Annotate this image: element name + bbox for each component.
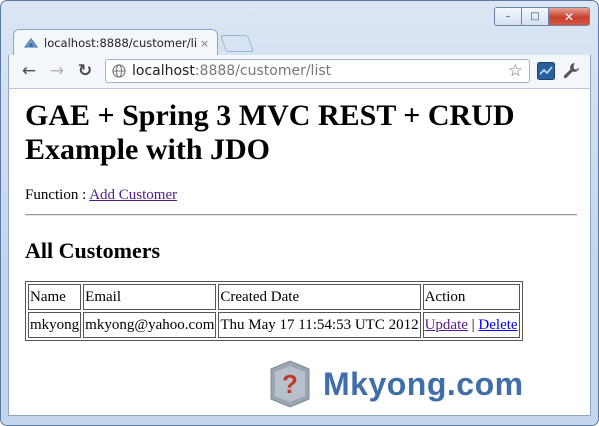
page-content: GAE + Spring 3 MVC REST + CRUD Example w… [25,89,577,341]
wrench-icon[interactable] [561,61,581,81]
back-button[interactable]: ← [19,61,39,81]
new-tab-button[interactable] [219,35,255,52]
column-header-created-date: Created Date [218,284,421,310]
browser-tab[interactable]: localhost:8888/customer/lis × [13,29,218,56]
cell-action: Update | Delete [422,312,520,338]
action-separator: | [467,316,479,333]
page-favicon-icon [24,38,38,48]
delete-link[interactable]: Delete [478,317,517,333]
column-header-action: Action [422,284,520,310]
tab-close-icon[interactable]: × [200,37,209,50]
table-row: mkyong mkyong@yahoo.com Thu May 17 11:54… [28,312,520,338]
cell-created-date: Thu May 17 11:54:53 UTC 2012 [218,312,421,338]
mkyong-logo-icon: ? [270,360,310,408]
bookmark-star-icon[interactable]: ☆ [508,61,523,81]
cell-name: mkyong [28,312,82,338]
watermark-text: Mkyong.com [323,365,524,402]
divider [25,214,577,216]
customers-table: Name Email Created Date Action mkyong mk… [25,281,523,341]
update-link[interactable]: Update [425,317,468,333]
tab-title: localhost:8888/customer/lis [44,36,196,50]
add-customer-link[interactable]: Add Customer [89,187,177,203]
window-controls: – □ ✕ [494,7,590,26]
page-title: GAE + Spring 3 MVC REST + CRUD Example w… [25,99,515,166]
section-title: All Customers [25,238,161,263]
browser-window: – □ ✕ localhost:8888/customer/lis × ← → … [0,0,599,426]
column-header-name: Name [28,284,82,310]
minimize-button[interactable]: – [494,7,521,26]
table-header-row: Name Email Created Date Action [28,284,520,310]
function-label: Function : [25,187,90,203]
extension-chart-icon[interactable] [537,62,555,80]
browser-toolbar: ← → ↻ localhost:8888/customer/list ☆ [8,55,591,88]
address-url: localhost:8888/customer/list [132,63,332,79]
function-line: Function : Add Customer [25,187,577,204]
globe-icon [112,64,126,78]
page-viewport: GAE + Spring 3 MVC REST + CRUD Example w… [8,88,591,416]
forward-button[interactable]: → [47,61,67,81]
close-window-button[interactable]: ✕ [548,7,590,26]
reload-button[interactable]: ↻ [75,61,95,81]
column-header-email: Email [83,284,217,310]
cell-email: mkyong@yahoo.com [83,312,217,338]
svg-text:?: ? [282,369,298,399]
watermark: ? Mkyong.com [267,357,587,411]
maximize-button[interactable]: □ [521,7,548,26]
address-bar[interactable]: localhost:8888/customer/list ☆ [105,59,530,83]
